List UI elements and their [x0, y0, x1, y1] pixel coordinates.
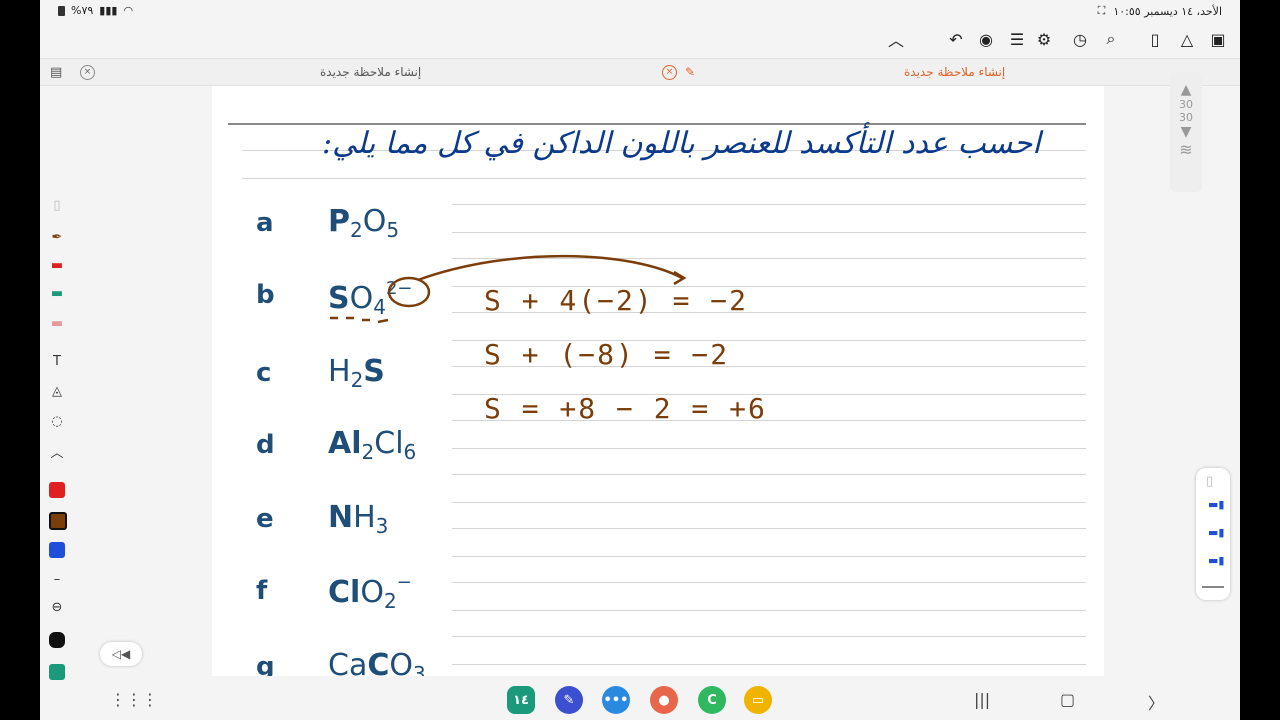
read-mode-icon[interactable]: ◉ — [975, 28, 997, 50]
page-up-icon[interactable]: ▲ — [1170, 82, 1202, 98]
swatch-red[interactable] — [49, 482, 65, 498]
note-canvas[interactable]: احسب عدد التأكسد للعنصر باللون الداكن في… — [212, 86, 1104, 676]
swatch-teal[interactable] — [49, 664, 65, 680]
chevron-up-icon[interactable]: ︿ — [46, 440, 68, 462]
navigation-bar: ⋮⋮⋮ ١٤ ✎ ••• ● C ▭ ||| ▢ 〉 — [40, 680, 1240, 720]
home-button[interactable]: ▢ — [1060, 690, 1075, 709]
screenshot-icon: ⛶ — [1097, 4, 1106, 17]
pen-preset-icon[interactable]: ▬▮ — [1208, 554, 1224, 567]
panel-toggle-icon[interactable]: ◁◀ — [100, 642, 142, 666]
eraser-icon[interactable]: ▯ — [46, 194, 68, 216]
chevron-up-icon[interactable]: ︿ — [885, 28, 907, 50]
tab-2[interactable]: إنشاء ملاحظة جديدة — [904, 59, 1005, 85]
pen-red-icon[interactable]: ▬ — [46, 254, 68, 276]
page-down-icon[interactable]: ▼ — [1170, 124, 1202, 140]
back-button[interactable]: 〉 — [1148, 690, 1164, 714]
undo-icon[interactable]: ↶ — [945, 28, 967, 50]
tab-1[interactable]: إنشاء ملاحظة جديدة — [320, 59, 421, 85]
pen-tool-panel: ▯ ✒ ▬ ▬ ▬ T ◬ ◌ ︿ – ⊖ — [40, 190, 74, 680]
shapes-icon[interactable]: ◬ — [46, 380, 68, 402]
menu-icon[interactable]: ☰ — [1006, 28, 1028, 50]
text-tool-icon[interactable]: T — [46, 350, 68, 372]
pen-teal-icon[interactable]: ▬ — [46, 282, 68, 304]
panel-handle[interactable] — [1202, 586, 1224, 588]
ink-annotations — [330, 254, 687, 324]
work-line: S = +8 − 2 = +6 — [484, 392, 767, 425]
calendar-app-icon[interactable]: ١٤ — [507, 686, 535, 714]
gear-icon[interactable]: ⚙ — [1033, 28, 1055, 50]
signal-icon: ▮▮▮ — [99, 4, 118, 17]
messages-app-icon[interactable]: ••• — [602, 686, 630, 714]
lasso-icon[interactable]: ◌ — [46, 410, 68, 432]
clock-icon[interactable]: ◷ — [1069, 28, 1091, 50]
edit-icon[interactable]: ✎ — [685, 59, 695, 85]
tab-1-close[interactable]: × — [80, 59, 95, 85]
swatch-blue[interactable] — [49, 542, 65, 558]
datetime: الأحد، ١٤ ديسمبر ١٠:٥٥ — [1113, 4, 1222, 18]
phone-app-icon[interactable]: C — [698, 686, 726, 714]
shapes-icon[interactable]: △ — [1176, 28, 1198, 50]
recents-button[interactable]: ||| — [974, 690, 990, 709]
app-grid-icon[interactable]: ⋮⋮⋮ — [110, 690, 158, 709]
thin-stroke-icon[interactable]: – — [46, 568, 68, 590]
wifi-icon: ◠ — [123, 4, 134, 17]
search-icon[interactable]: ⌕ — [1100, 28, 1122, 50]
contacts-app-icon[interactable]: ● — [650, 686, 678, 714]
tab-2-close[interactable]: × — [662, 59, 677, 85]
medium-stroke-icon[interactable]: ⊖ — [46, 596, 68, 618]
swatch-black[interactable] — [49, 632, 65, 648]
eraser-icon[interactable]: ▯ — [1206, 474, 1213, 489]
tab-list-icon[interactable]: ▤ — [50, 59, 62, 85]
fountain-pen-icon[interactable]: ✒ — [46, 226, 68, 248]
toolbar: ︿ ↶ ◉ ☰ ⚙ ◷ ⌕ ▯ △ ▣ — [40, 22, 1240, 56]
battery-level: %٧٩ — [71, 4, 94, 17]
work-line: S + (−8) = −2 — [484, 338, 730, 371]
notes-app-icon[interactable]: ✎ — [555, 686, 583, 714]
page-total: 30 — [1179, 111, 1193, 124]
page-icon[interactable]: ▯ — [1144, 28, 1166, 50]
pen-presets-panel: ▯ ▬▮ ▬▮ ▬▮ — [1196, 468, 1230, 600]
layers-icon[interactable]: ≋ — [1170, 140, 1202, 159]
highlighter-icon[interactable]: ▬ — [46, 312, 68, 334]
tab-bar: ▤ × إنشاء ملاحظة جديدة × ✎ إنشاء ملاحظة … — [40, 58, 1240, 86]
page-current: 30 — [1179, 98, 1193, 111]
pen-preset-icon[interactable]: ▬▮ — [1208, 498, 1224, 511]
page-scroller[interactable]: ▲ 30 30 ▼ ≋ — [1170, 72, 1202, 192]
work-line: S + 4(−2) = −2 — [484, 284, 749, 317]
pen-preset-icon[interactable]: ▬▮ — [1208, 526, 1224, 539]
swatch-brown[interactable] — [49, 512, 67, 530]
status-bar: %٧٩ ▮▮▮ ◠ الأحد، ١٤ ديسمبر ١٠:٥٥ ⛶ — [40, 0, 1240, 22]
files-app-icon[interactable]: ▭ — [744, 686, 772, 714]
tablet-screen: %٧٩ ▮▮▮ ◠ الأحد، ١٤ ديسمبر ١٠:٥٥ ⛶ ︿ ↶ ◉… — [40, 0, 1240, 720]
image-icon[interactable]: ▣ — [1207, 28, 1229, 50]
battery-icon — [58, 5, 65, 16]
